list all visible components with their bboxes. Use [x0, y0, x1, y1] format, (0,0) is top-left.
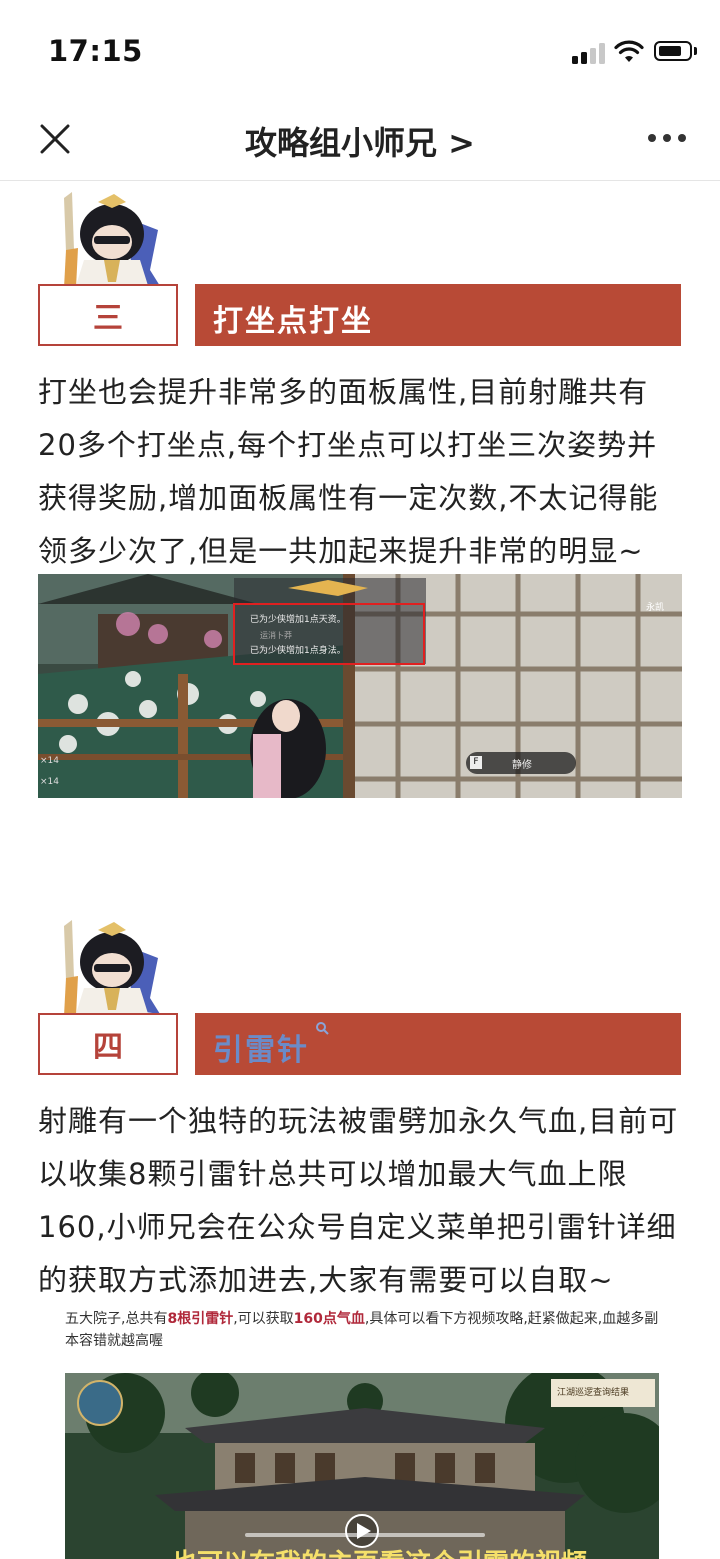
meditate-label: 静修	[512, 760, 532, 771]
section-title-bar: 打坐点打坐	[195, 284, 681, 346]
reward-line-2: 运消卜莽	[260, 631, 292, 640]
nav-bar: 攻略组小师兄 >	[0, 100, 720, 181]
signal-icon	[572, 42, 606, 64]
section-title-bar: 引雷针	[195, 1013, 681, 1075]
game-screenshot-meditation: 已为少侠增加1点天资。 运消卜莽 已为少侠增加1点身法。 F 静修 ×14 ×1…	[38, 574, 682, 798]
mascot-avatar	[64, 920, 160, 1020]
note-highlight-1: 8根引雷针	[167, 1311, 234, 1327]
section-body: 打坐也会提升非常多的面板属性,目前射雕共有20多个打坐点,每个打坐点可以打坐三次…	[38, 375, 659, 568]
note-mid: ,可以获取	[233, 1311, 294, 1327]
status-time: 17:15	[48, 34, 143, 68]
item-count-2: ×14	[40, 777, 59, 787]
note-highlight-2: 160点气血	[293, 1311, 365, 1327]
minimap-badge: 永凯	[646, 603, 665, 613]
section-title-link[interactable]: 引雷针	[213, 1025, 309, 1069]
inset-note: 五大院子,总共有8根引雷针,可以获取160点气血,具体可以看下方视频攻略,赶紧做…	[65, 1308, 665, 1352]
key-hint: F	[470, 756, 482, 769]
lightning-scene	[65, 1373, 659, 1559]
battery-icon	[654, 41, 692, 61]
section-title: 打坐点打坐	[213, 304, 373, 339]
reward-line-3: 已为少侠增加1点身法。	[250, 646, 346, 656]
search-icon[interactable]	[315, 1021, 329, 1035]
section-number: 四	[38, 1013, 178, 1075]
note-pre: 五大院子,总共有	[65, 1311, 168, 1327]
meditate-prompt: F 静修	[466, 752, 576, 774]
wifi-icon	[614, 40, 644, 62]
status-bar: 17:15	[0, 0, 720, 100]
game-video-lightning[interactable]: 江湖巡逻查询结果 也可以在我的主页看这个引雷的视频	[65, 1373, 659, 1559]
reward-line-1: 已为少侠增加1点天资。	[250, 615, 346, 625]
section-number: 三	[38, 284, 178, 346]
section-body: 射雕有一个独特的玩法被雷劈加永久气血,目前可以收集8颗引雷针总共可以增加最大气血…	[38, 1104, 679, 1297]
more-icon[interactable]	[648, 132, 688, 144]
video-subtitle: 也可以在我的主页看这个引雷的视频	[171, 1543, 587, 1559]
item-count-1: ×14	[40, 756, 59, 766]
battery-cap	[694, 47, 697, 55]
meditation-scene	[38, 574, 682, 798]
account-title[interactable]: 攻略组小师兄 >	[0, 118, 720, 164]
video-sign: 江湖巡逻查询结果	[557, 1388, 630, 1398]
mascot-avatar	[64, 192, 160, 292]
